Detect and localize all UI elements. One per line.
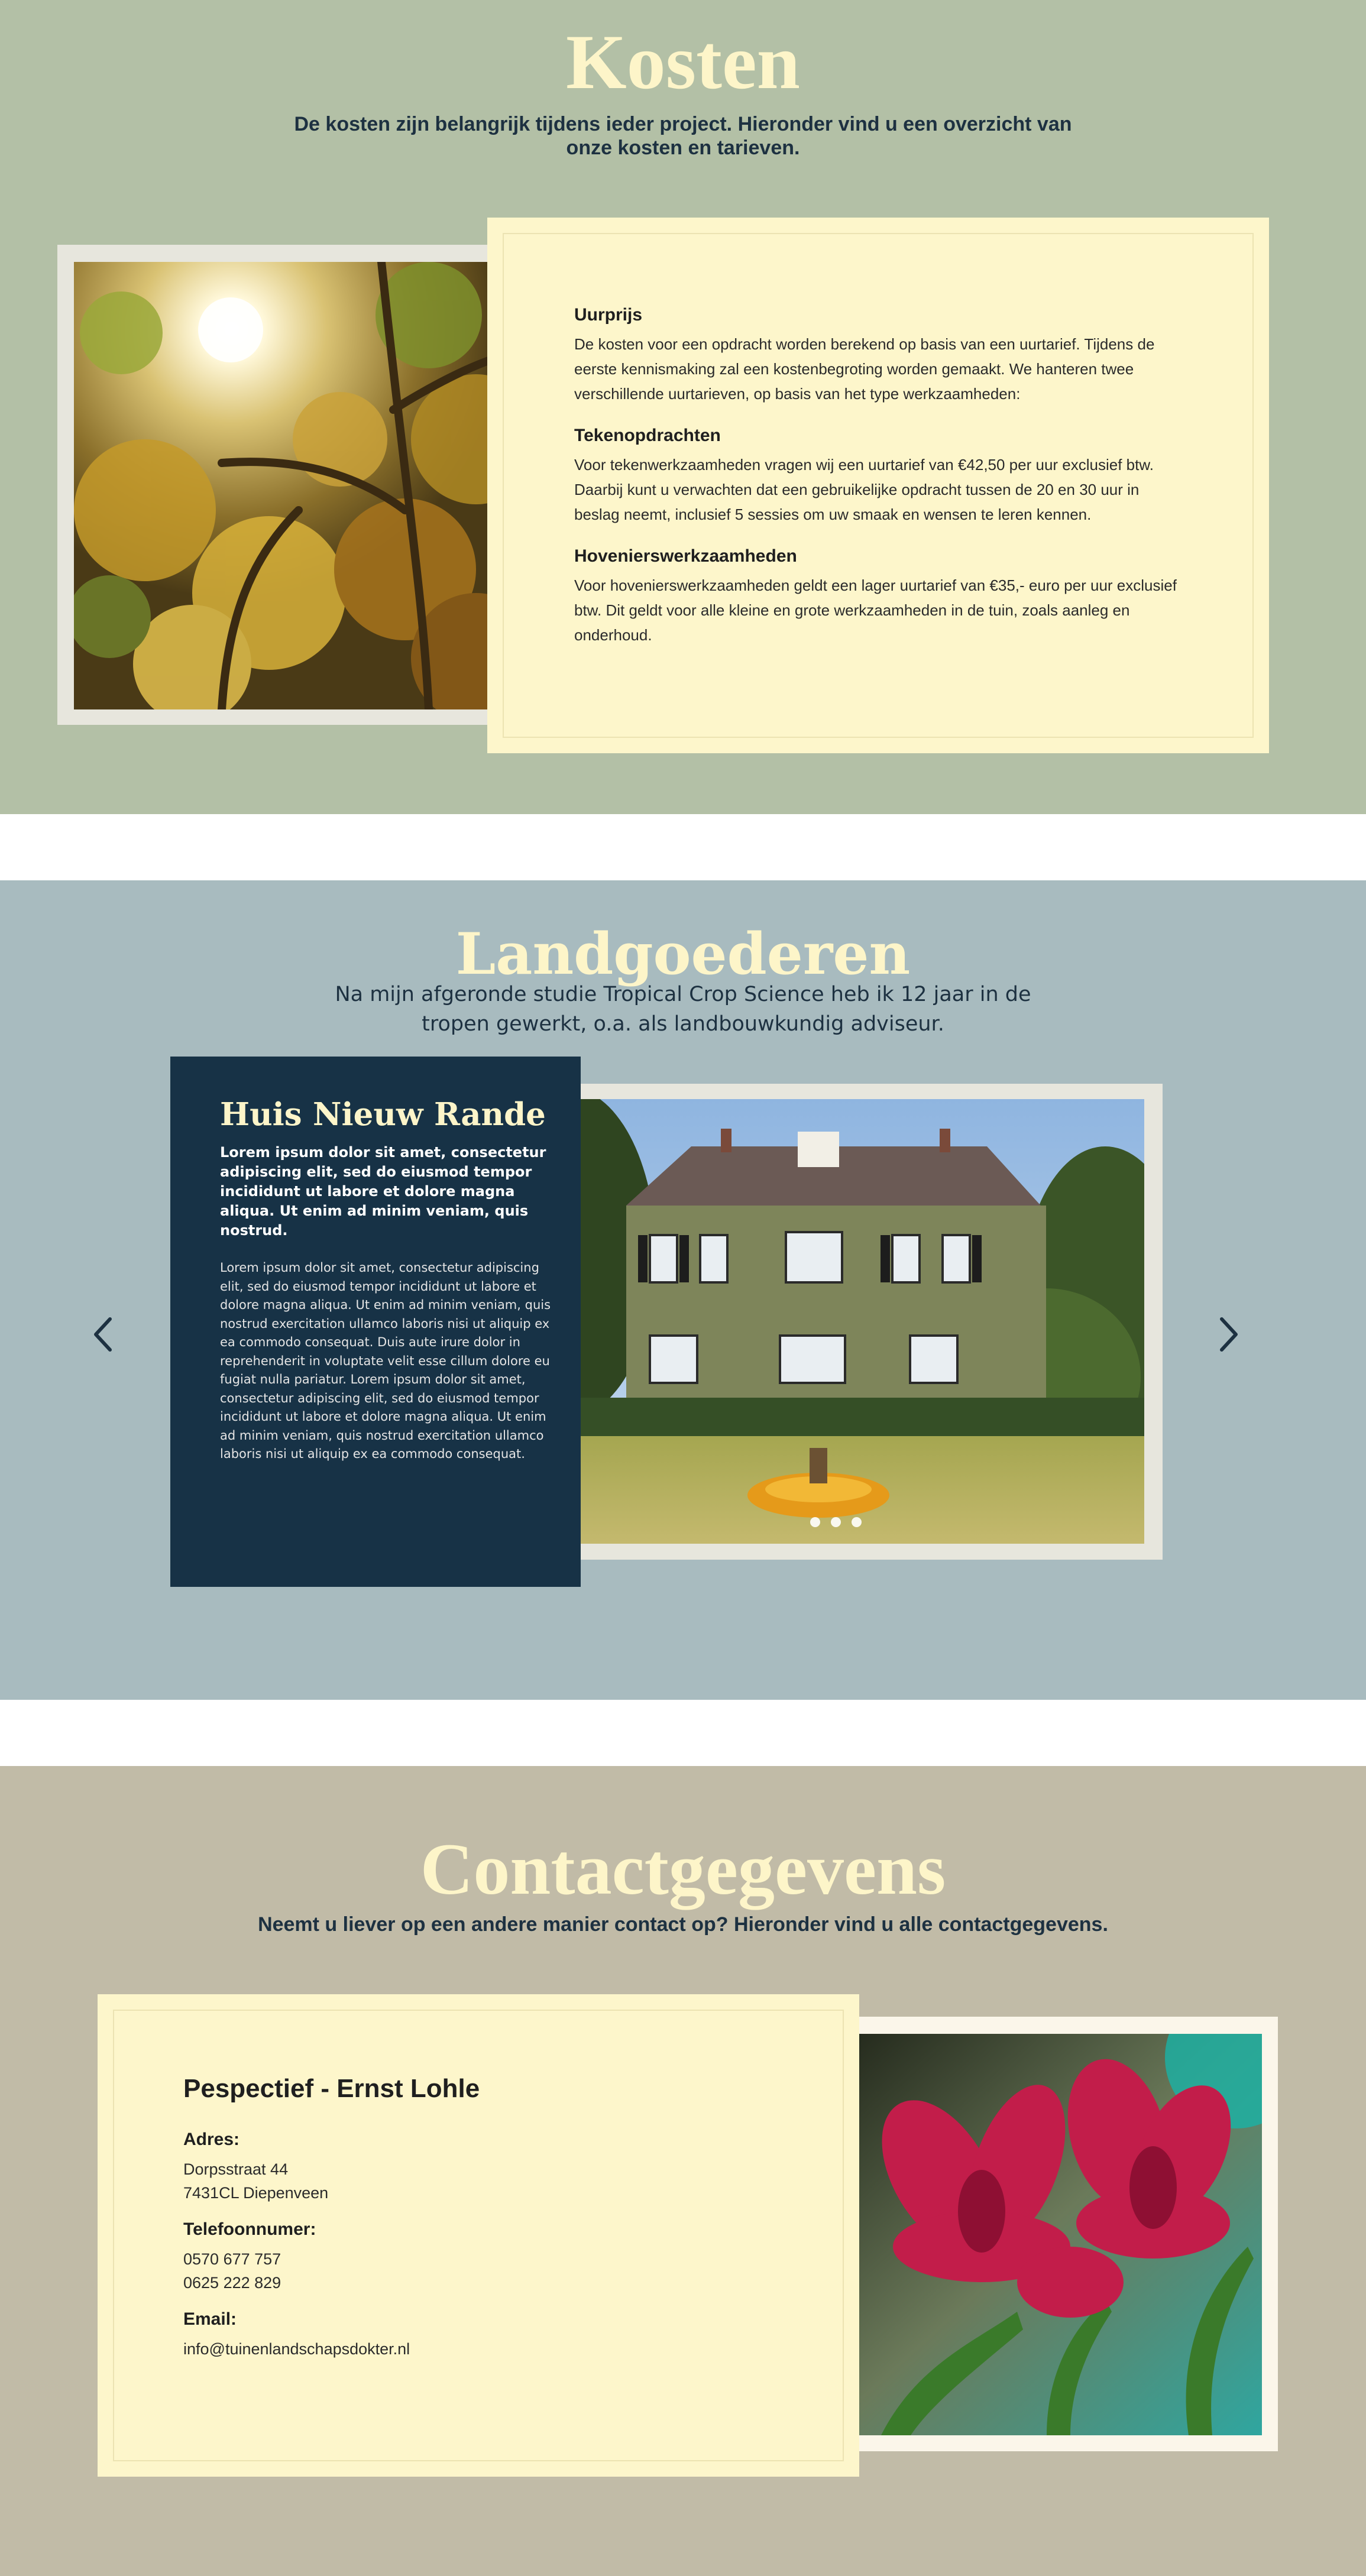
contact-section: Contactgegevens Neemt u liever op een an… <box>0 1766 1366 2576</box>
kosten-subtitle: De kosten zijn belangrijk tijdens ieder … <box>294 113 1072 159</box>
slider-dot[interactable] <box>831 1517 841 1527</box>
email-link[interactable]: info@tuinenlandschapsdokter.nl <box>183 2340 410 2358</box>
company-name: Pespectief - Ernst Lohle <box>183 2074 480 2103</box>
address-text: Dorpsstraat 44 7431CL Diepenveen <box>183 2157 716 2205</box>
phone-label: Telefoonnumer: <box>183 2219 316 2239</box>
slider-dots <box>810 1517 862 1527</box>
slider-prev-button[interactable] <box>85 1311 121 1358</box>
slide-photo <box>526 1099 1144 1544</box>
kosten-title: Kosten <box>566 18 800 105</box>
kosten-section: Kosten De kosten zijn belangrijk tijdens… <box>0 0 1366 814</box>
phone-1[interactable]: 0570 677 757 <box>183 2250 281 2268</box>
phone-2[interactable]: 0625 222 829 <box>183 2274 281 2292</box>
chevron-left-icon <box>94 1317 112 1352</box>
slider-dot[interactable] <box>810 1517 820 1527</box>
contact-photo <box>822 2034 1262 2435</box>
slide-title: Huis Nieuw Rande <box>220 1096 546 1133</box>
kosten-photo <box>74 262 525 709</box>
chevron-right-icon <box>1220 1317 1238 1352</box>
uurprijs-text: De kosten voor een opdracht worden berek… <box>574 335 1155 403</box>
address-line2: 7431CL Diepenveen <box>183 2184 329 2202</box>
slider-next-button[interactable] <box>1211 1311 1247 1358</box>
uurprijs-heading: Uurprijs <box>574 305 643 325</box>
hovenier-text: Voor hovenierswerkzaamheden geldt een la… <box>574 576 1177 644</box>
contact-card-content: Pespectief - Ernst Lohle Adres: Dorpsstr… <box>183 2072 716 2375</box>
contact-title: Contactgegevens <box>420 1829 946 1910</box>
email-text: info@tuinenlandschapsdokter.nl <box>183 2337 716 2361</box>
landgoederen-section: Landgoederen Na mijn afgeronde studie Tr… <box>0 880 1366 1700</box>
slide-body: Lorem ipsum dolor sit amet, consectetur … <box>220 1261 551 1461</box>
slide-lead: Lorem ipsum dolor sit amet, consectetur … <box>220 1144 546 1239</box>
slide-info-panel: Huis Nieuw Rande Lorem ipsum dolor sit a… <box>170 1057 581 1587</box>
address-label: Adres: <box>183 2130 240 2149</box>
email-label: Email: <box>183 2309 237 2329</box>
landgoederen-subtitle: Na mijn afgeronde studie Tropical Crop S… <box>335 983 1031 1036</box>
phone-text: 0570 677 757 0625 222 829 <box>183 2247 716 2295</box>
kosten-card-content: Uurprijs De kosten voor een opdracht wor… <box>574 304 1177 666</box>
tekenopdrachten-text: Voor tekenwerkzaamheden vragen wij een u… <box>574 456 1154 523</box>
address-line1: Dorpsstraat 44 <box>183 2160 289 2178</box>
kosten-card: Uurprijs De kosten voor een opdracht wor… <box>487 218 1269 753</box>
contact-card: Pespectief - Ernst Lohle Adres: Dorpsstr… <box>98 1994 859 2477</box>
slider-dot[interactable] <box>852 1517 862 1527</box>
contact-subtitle: Neemt u liever op een andere manier cont… <box>258 1913 1108 1936</box>
hovenier-heading: Hovenierswerkzaamheden <box>574 546 797 566</box>
tekenopdrachten-heading: Tekenopdrachten <box>574 426 721 445</box>
